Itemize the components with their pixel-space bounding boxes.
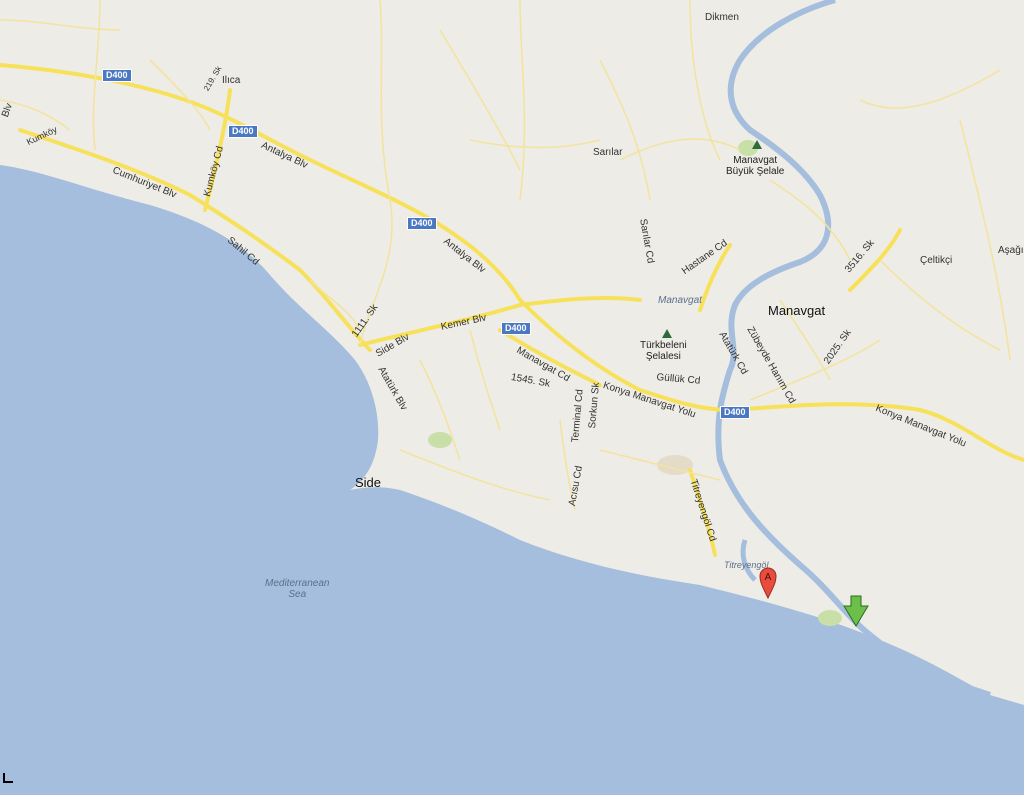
road-shield-d400: D400 (228, 125, 258, 138)
park-area (818, 610, 842, 626)
label-celtikci: Çeltikçi (920, 255, 953, 266)
sea-area (0, 165, 1024, 795)
map-view[interactable]: Manavgat Side Ilıca Dikmen Sarılar Çelti… (0, 0, 1024, 795)
label-dikmen: Dikmen (705, 12, 739, 23)
poi-waterfall[interactable]: Manavgat Büyük Şelale (726, 155, 784, 177)
road-shield-d400: D400 (720, 406, 750, 419)
marker-a-label: A (765, 572, 772, 583)
poi-waterfall-line1: Manavgat (733, 155, 778, 166)
label-sea-line1: Mediterranean (265, 578, 330, 589)
park-area (428, 432, 452, 448)
poi-turkbeleni[interactable]: Türkbeleni Şelalesi (640, 340, 687, 362)
label-sea-line2: Sea (288, 589, 307, 600)
park-area (738, 140, 758, 156)
label-manavgat: Manavgat (768, 303, 826, 318)
map-canvas (0, 0, 1024, 795)
label-side: Side (355, 475, 382, 490)
label-titreyengol: Titreyengöl (724, 560, 769, 570)
label-asagi: Aşağı (998, 245, 1024, 256)
label-sarilar: Sarılar (593, 147, 623, 158)
road-shield-d400: D400 (501, 322, 531, 335)
poi-turkbeleni-line1: Türkbeleni (640, 340, 687, 351)
scale-corner-icon (3, 773, 13, 783)
label-ilica: Ilıca (222, 75, 241, 86)
label-river: Manavgat (658, 295, 702, 306)
poi-turkbeleni-line2: Şelalesi (645, 351, 681, 362)
label-sea: Mediterranean Sea (265, 578, 329, 600)
poi-waterfall-line2: Büyük Şelale (726, 166, 785, 177)
road-shield-d400: D400 (407, 217, 437, 230)
road-shield-d400: D400 (102, 69, 132, 82)
